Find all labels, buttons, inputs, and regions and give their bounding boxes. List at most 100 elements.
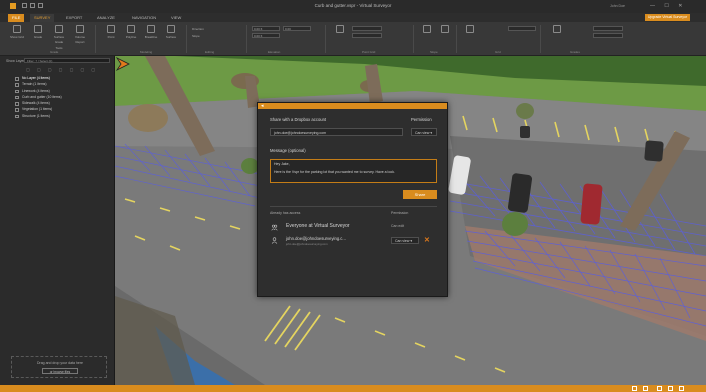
layer-filter-input[interactable]: Filter: 7 / Select (0) bbox=[24, 58, 110, 63]
ribbon-separator bbox=[186, 25, 187, 53]
status-bar bbox=[0, 385, 706, 392]
email-field[interactable]: john.doe@johndoesurveying.com bbox=[270, 128, 403, 136]
checkbox-icon[interactable] bbox=[15, 102, 19, 106]
show-grid-button[interactable]: Show Grid bbox=[10, 25, 24, 39]
slope-analysis-button[interactable] bbox=[420, 25, 434, 34]
elevation-field-2[interactable]: 0.00 ft bbox=[252, 33, 280, 38]
share-button[interactable]: Share bbox=[403, 190, 437, 199]
tab-navigation[interactable]: NAVIGATION bbox=[128, 14, 160, 22]
grid-spacing-field[interactable] bbox=[352, 26, 382, 31]
drop-zone[interactable]: Drag and drop your data here or browse f… bbox=[11, 356, 107, 378]
layer-icon bbox=[553, 25, 561, 33]
divider bbox=[270, 206, 437, 207]
ribbon-separator bbox=[456, 25, 457, 53]
polyline-button[interactable]: Polyline bbox=[124, 25, 138, 39]
tab-export[interactable]: EXPORT bbox=[62, 14, 86, 22]
tab-view[interactable]: VIEW bbox=[167, 14, 185, 22]
group-grade-label: Grade bbox=[50, 50, 59, 54]
breakline-icon bbox=[147, 25, 155, 33]
layer-tools-button[interactable] bbox=[550, 25, 564, 34]
tab-analyze[interactable]: ANALYZE bbox=[93, 14, 119, 22]
checkbox-icon[interactable] bbox=[15, 83, 19, 87]
grid-size-field[interactable] bbox=[352, 33, 382, 38]
permission-label: Permission bbox=[411, 117, 432, 122]
point-grid-icon bbox=[336, 25, 344, 33]
permission-select[interactable]: Can view ▾ bbox=[411, 128, 437, 136]
tab-survey[interactable]: SURVEY bbox=[30, 14, 55, 22]
point-icon bbox=[107, 25, 115, 33]
surface-button[interactable]: Surface bbox=[164, 25, 178, 39]
message-textarea[interactable]: Hey Jake, Here is the Vspr for the parki… bbox=[270, 159, 437, 183]
remove-access-icon[interactable]: ✕ bbox=[424, 237, 430, 244]
dialog-header: ◂ bbox=[258, 103, 447, 109]
tab-file[interactable]: FILE bbox=[8, 14, 25, 22]
access-name: john.doe@johndoesurveying.c... bbox=[286, 236, 346, 241]
elevation-field-1[interactable]: 0.00 ft bbox=[252, 26, 280, 31]
elevation-field-3[interactable]: 0.00 bbox=[283, 26, 311, 31]
group-editing-label: Editing bbox=[205, 50, 215, 54]
checkbox-icon[interactable] bbox=[15, 108, 19, 112]
grid-tool-button[interactable] bbox=[463, 25, 477, 34]
ribbon-separator bbox=[246, 25, 247, 53]
checkbox-icon[interactable] bbox=[15, 95, 19, 100]
slope-report-button[interactable] bbox=[438, 25, 452, 34]
share-label: Share with a Dropbox account bbox=[270, 117, 327, 122]
group-grades-label: Grades bbox=[570, 50, 580, 54]
access-name: Everyone at Virtual Surveyor bbox=[286, 223, 350, 229]
grade-icon bbox=[34, 25, 42, 33]
grid-icon bbox=[13, 25, 21, 33]
message-line: Hey Jake, bbox=[274, 162, 290, 166]
slope-icon bbox=[423, 25, 431, 33]
user-icon bbox=[271, 237, 278, 244]
point-grid-button[interactable] bbox=[333, 25, 347, 34]
group-modeling-label: Modeling bbox=[140, 50, 153, 54]
access-permission-label: Permission bbox=[391, 211, 409, 215]
ribbon-separator bbox=[95, 25, 96, 53]
checkbox-icon[interactable] bbox=[15, 114, 19, 119]
volume-report-button[interactable]: Volume Report bbox=[73, 25, 87, 45]
layer-list: No Layer (4 items) Terrain (1 items) Lin… bbox=[15, 76, 62, 120]
group-grid-label: Grid bbox=[495, 50, 501, 54]
back-arrow-icon[interactable]: ◂ bbox=[261, 103, 264, 109]
user-name[interactable]: John Doe bbox=[610, 4, 625, 8]
chevron-down-icon: ▾ bbox=[430, 130, 433, 135]
group-slope-label: Slope bbox=[430, 50, 438, 54]
point-button[interactable]: Point bbox=[104, 25, 118, 39]
layer-item[interactable]: Structure (1 items) bbox=[15, 114, 62, 120]
surface-grade-tools-button[interactable]: Surface Grade Tools bbox=[52, 25, 66, 50]
layers-toggle-icon[interactable] bbox=[668, 386, 673, 391]
settings-icon[interactable] bbox=[657, 386, 662, 391]
checkbox-icon[interactable] bbox=[15, 89, 19, 94]
surface-icon bbox=[55, 25, 63, 33]
window-controls[interactable]: — ☐ ✕ bbox=[650, 3, 686, 9]
layer-toolbar[interactable]: ▢ ▢ ▢ ▢ ▢ ▢ ▢ bbox=[26, 67, 98, 72]
ribbon-separator bbox=[325, 25, 326, 53]
share-dialog: ◂ Share with a Dropbox account Permissio… bbox=[257, 102, 448, 297]
grade-value-field-1[interactable] bbox=[593, 26, 623, 31]
surface-edit-icon bbox=[167, 25, 175, 33]
grid-tool-icon bbox=[466, 25, 474, 33]
browse-files-button[interactable]: or browse files bbox=[42, 368, 78, 374]
report-icon bbox=[441, 25, 449, 33]
drop-zone-text: Drag and drop your data here bbox=[37, 361, 83, 365]
message-label: Message (optional) bbox=[270, 148, 306, 153]
grade-button[interactable]: Grade bbox=[31, 25, 45, 39]
upgrade-button[interactable]: Upgrade Virtual Surveyor bbox=[645, 14, 690, 21]
grade-value-field-2[interactable] bbox=[593, 33, 623, 38]
window-title: Curb and gutter.vspr - Virtual Surveyor bbox=[314, 3, 392, 8]
ribbon-separator bbox=[413, 25, 414, 53]
layers-panel: Show Layers Filter: 7 / Select (0) ▢ ▢ ▢… bbox=[0, 56, 115, 385]
group-icon bbox=[271, 224, 278, 231]
title-bar: Curb and gutter.vspr - Virtual Surveyor … bbox=[0, 0, 706, 13]
checkbox-icon[interactable] bbox=[15, 77, 19, 81]
message-line: Here is the Vspr for the parking lot tha… bbox=[274, 170, 395, 174]
breakline-button[interactable]: Breakline bbox=[144, 25, 158, 39]
access-permission-select[interactable]: Can view ▾ bbox=[391, 237, 419, 244]
grid-value-field[interactable] bbox=[508, 26, 536, 31]
view-3d-icon[interactable] bbox=[643, 386, 648, 391]
fullscreen-icon[interactable] bbox=[679, 386, 684, 391]
access-permission: Can edit bbox=[391, 224, 405, 228]
compass-icon[interactable] bbox=[115, 56, 131, 72]
view-2d-icon[interactable] bbox=[632, 386, 637, 391]
group-point-grid-label: Point Grid bbox=[362, 50, 376, 54]
